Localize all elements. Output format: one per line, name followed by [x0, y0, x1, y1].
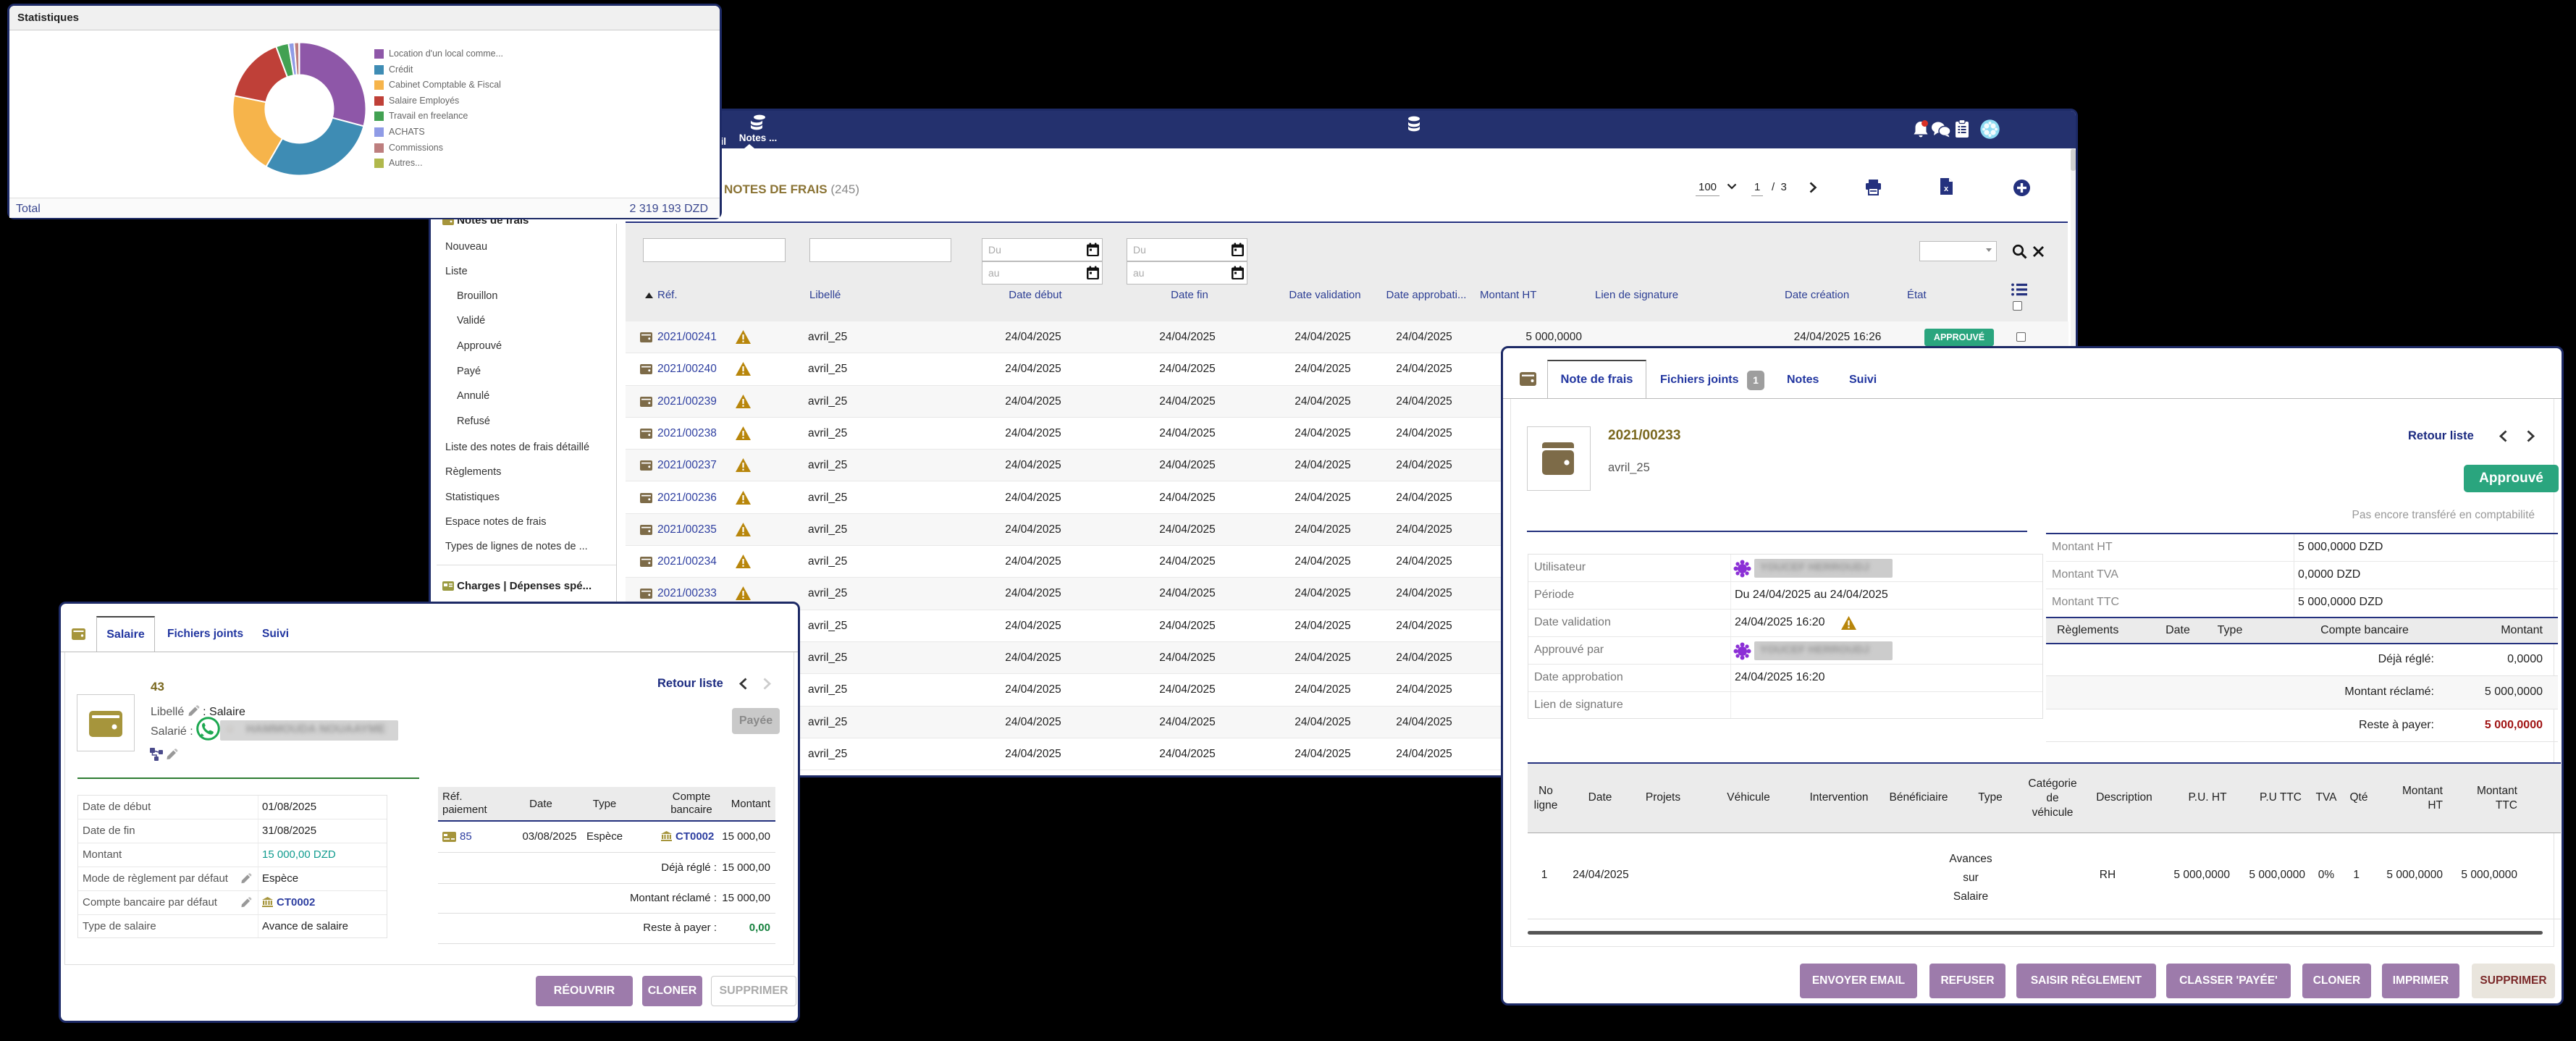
svg-text:x: x [1944, 185, 1949, 193]
